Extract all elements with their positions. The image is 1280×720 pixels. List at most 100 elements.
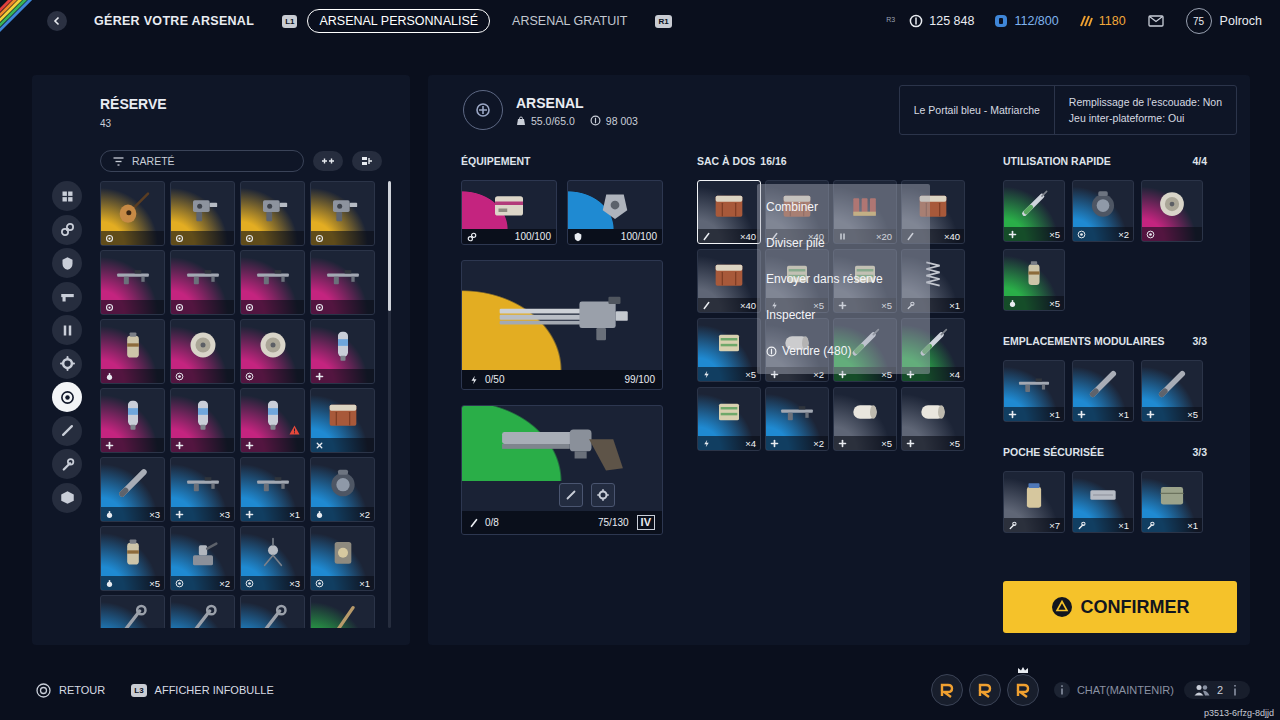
item-slot[interactable]: ×5 <box>697 318 761 382</box>
item-slot[interactable]: ×1 <box>240 457 305 522</box>
currency: 1180 <box>1079 14 1126 28</box>
scrollbar[interactable] <box>388 181 391 628</box>
category-button[interactable] <box>52 449 82 479</box>
weapon-card[interactable]: 0/875/130IV <box>461 405 663 535</box>
item-slot[interactable] <box>240 181 305 246</box>
back-hint[interactable]: RETOUR <box>36 683 105 698</box>
device-icon <box>323 532 363 572</box>
layout-button[interactable] <box>352 151 382 171</box>
item-slot[interactable]: ×40 <box>697 249 761 313</box>
item-slot[interactable]: ×5 <box>100 526 165 591</box>
item-slot[interactable]: ×2 <box>310 457 375 522</box>
party-indicator[interactable]: 2 <box>1184 681 1250 699</box>
rarity-filter[interactable]: RARETÉ <box>100 150 304 172</box>
item-slot[interactable] <box>100 319 165 384</box>
item-slot[interactable]: ×2 <box>170 526 235 591</box>
item-slot[interactable]: ×40 <box>697 180 761 244</box>
item-slot[interactable]: ×1 <box>1072 471 1134 533</box>
item-slot[interactable]: ×3 <box>170 457 235 522</box>
heal-icon <box>245 510 254 519</box>
heal-icon <box>906 439 915 448</box>
item-slot[interactable] <box>310 250 375 315</box>
confirm-button[interactable]: CONFIRMER <box>1003 581 1237 633</box>
back-button[interactable] <box>47 11 67 31</box>
item-slot[interactable] <box>170 181 235 246</box>
item-slot[interactable]: ×7 <box>1003 471 1065 533</box>
category-button[interactable] <box>52 349 82 379</box>
item-count: ×3 <box>289 578 300 589</box>
item-count: ×5 <box>1187 409 1198 420</box>
item-slot[interactable]: ×1 <box>1003 360 1065 422</box>
item-slot[interactable]: ×3 <box>240 526 305 591</box>
item-slot[interactable] <box>100 388 165 453</box>
item-slot[interactable] <box>170 595 235 628</box>
mail-icon[interactable] <box>1148 15 1164 27</box>
item-slot[interactable] <box>170 319 235 384</box>
item-slot[interactable] <box>240 595 305 628</box>
item-slot[interactable] <box>310 388 375 453</box>
item-slot[interactable] <box>310 319 375 384</box>
category-button[interactable] <box>52 181 82 211</box>
tooltip-hint[interactable]: L3AFFICHER INFOBULLE <box>131 684 274 697</box>
item-slot[interactable] <box>100 250 165 315</box>
category-button[interactable] <box>52 315 82 345</box>
category-button[interactable] <box>52 282 82 312</box>
category-button[interactable] <box>52 248 82 278</box>
item-slot[interactable] <box>100 595 165 628</box>
category-button[interactable] <box>52 215 82 245</box>
item-slot[interactable]: ×5 <box>1141 360 1203 422</box>
friend-avatar[interactable] <box>969 674 1001 706</box>
attachment-slot[interactable] <box>559 483 583 507</box>
sort-button[interactable] <box>313 151 343 171</box>
gear-card[interactable]: 100/100 <box>461 180 557 245</box>
bag-icon <box>1153 476 1191 514</box>
item-slot[interactable]: ×2 <box>765 387 829 451</box>
stim-icon <box>183 394 223 434</box>
item-slot[interactable] <box>1141 180 1203 242</box>
weapon-card[interactable]: 0/5099/100 <box>461 260 663 390</box>
category-button[interactable] <box>52 382 82 412</box>
attachment-slot[interactable] <box>591 483 615 507</box>
friend-avatar[interactable] <box>1007 674 1039 706</box>
item-slot[interactable]: ×2 <box>1072 180 1134 242</box>
category-button[interactable] <box>52 483 82 513</box>
item-slot[interactable] <box>170 250 235 315</box>
menu-item[interactable]: Envoyer dans réserve <box>757 264 930 294</box>
item-slot[interactable] <box>240 388 305 453</box>
item-slot[interactable]: ×5 <box>901 387 965 451</box>
item-slot[interactable]: ×1 <box>1141 471 1203 533</box>
currency: 112/800 <box>994 14 1058 28</box>
chat-hint[interactable]: CHAT(MAINTENIR) <box>1077 684 1174 696</box>
category-button[interactable] <box>52 416 82 446</box>
party-size: 2 <box>1217 684 1223 696</box>
item-slot[interactable]: ×1 <box>1072 360 1134 422</box>
item-slot[interactable]: ×4 <box>697 387 761 451</box>
tube-icon <box>1153 365 1191 403</box>
player-name[interactable]: Polroch <box>1220 14 1262 28</box>
item-slot[interactable] <box>100 181 165 246</box>
menu-item[interactable]: Inspecter <box>757 300 930 330</box>
item-slot[interactable]: ×5 <box>1003 249 1065 311</box>
arsenal-title: ARSENAL <box>516 94 638 112</box>
item-slot[interactable] <box>310 595 375 628</box>
item-slot[interactable]: ×5 <box>1003 180 1065 242</box>
item-slot[interactable] <box>170 388 235 453</box>
menu-item[interactable]: Combiner <box>757 192 930 222</box>
info-icon[interactable] <box>1053 681 1071 699</box>
item-count: ×1 <box>949 300 960 311</box>
item-slot[interactable]: ×1 <box>310 526 375 591</box>
item-slot[interactable]: ×3 <box>100 457 165 522</box>
scrollbar-thumb[interactable] <box>388 181 391 311</box>
item-slot[interactable] <box>240 250 305 315</box>
item-slot[interactable] <box>240 319 305 384</box>
gear-card[interactable]: 100/100 <box>567 180 663 245</box>
item-slot[interactable]: ×5 <box>833 387 897 451</box>
coin-icon <box>766 346 777 357</box>
item-slot[interactable] <box>310 181 375 246</box>
tab[interactable]: ARSENAL PERSONNALISÉ <box>307 9 490 33</box>
coin-icon <box>590 115 601 126</box>
friend-avatar[interactable] <box>931 674 963 706</box>
menu-item[interactable]: Diviser pile <box>757 228 930 258</box>
menu-item[interactable]: Vendre (480) <box>757 336 930 366</box>
tab[interactable]: ARSENAL GRATUIT <box>500 9 639 33</box>
